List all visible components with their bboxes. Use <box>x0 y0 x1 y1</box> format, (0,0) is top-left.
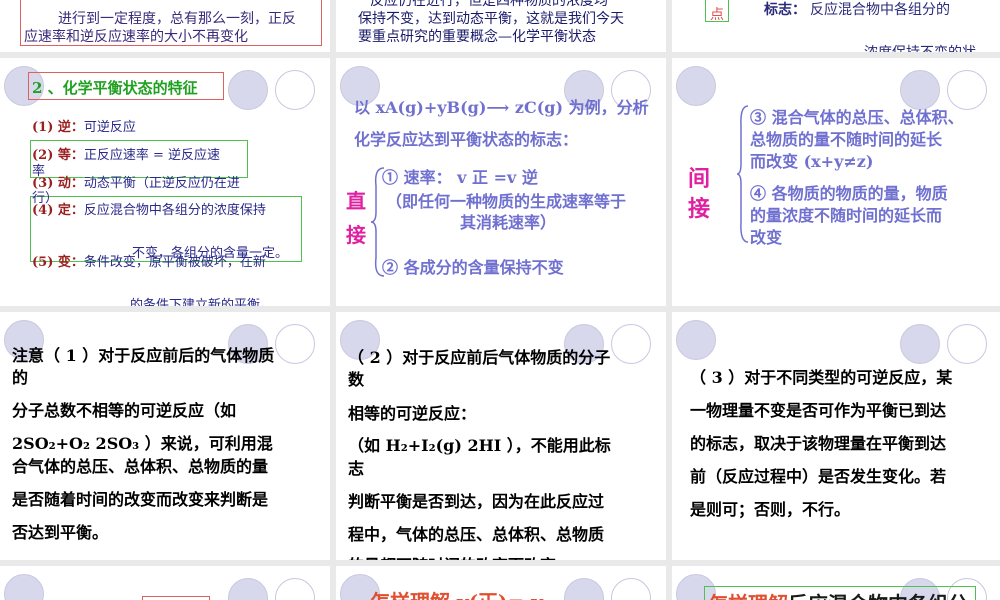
slide-7[interactable]: 注意（ 1 ）对于反应前后的气体物质 的 分子总数不相等的可逆反应（如 2SO₂… <box>0 312 330 560</box>
feature-item: (2) 等：正反应速率 = 逆反应速 <box>32 148 221 163</box>
note-line: （ 2 ）对于反应前后气体物质的分子 <box>348 348 611 367</box>
feature-item: (4) 定：反应混合物中各组分的浓度保持 <box>32 203 266 218</box>
slide-5[interactable]: 以 xA(g)+yB(g)⟶ zC(g) 为例，分析 化学反应达到平衡状态的标志… <box>336 58 666 306</box>
slide-text-line: 进行到一定程度，总有那么一刻，正反 <box>58 11 296 27</box>
note-line: 志 <box>348 459 365 478</box>
tag-text: 点 <box>710 7 724 23</box>
note-line: 数 <box>348 370 365 389</box>
note-line: 程中，气体的总压、总体积、总物质 <box>348 525 605 544</box>
slide-10[interactable] <box>0 566 330 600</box>
note-line: 合气体的总压、总体积、总物质的量 <box>12 457 269 476</box>
criterion-line: ② 各成分的含量保持不变 <box>382 258 564 277</box>
decor-circle <box>4 574 44 600</box>
criterion-line: 改变 <box>750 228 783 247</box>
criterion-line: 而改变 (x+y≠z) <box>750 152 874 171</box>
slide-title: 2 、化学平衡状态的特征 <box>32 79 198 97</box>
slide-4[interactable]: 2 、化学平衡状态的特征 (1) 逆：可逆反应 (2) 等：正反应速率 = 逆反… <box>0 58 330 306</box>
note-line: 是否随着时间的改变而改变来判断是 <box>12 490 269 509</box>
decor-circle <box>947 324 987 364</box>
decor-circle <box>611 578 651 600</box>
decor-circle <box>275 70 315 110</box>
note-line: 前（反应过程中）是否发生变化。若 <box>690 467 947 486</box>
criterion-line: ① 速率： v 正 =v 逆 <box>382 168 538 187</box>
note-line: （ 3 ）对于不同类型的可逆反应，某 <box>690 368 953 387</box>
note-line: 一物理量不变是否可作为平衡已到达 <box>690 401 947 420</box>
label-text: 标志： <box>764 2 806 18</box>
note-line: 的量都不随时间的改变而改变。 <box>348 552 572 560</box>
note-line: 判断平衡是否到达，因为在此反应过 <box>348 492 605 511</box>
note-line: 是则可；否则，不行。 <box>690 500 851 519</box>
decor-circle <box>228 578 268 600</box>
question-text: 怎样理解 v(正)= v <box>370 586 543 600</box>
slide-text-line: 应速率和逆反应速率的大小不再变化 <box>24 29 248 45</box>
note-line: （如 H₂+I₂(g) 2HI ），不能用此标 <box>348 436 611 455</box>
decor-circle <box>275 324 315 364</box>
slide-9[interactable]: （ 3 ）对于不同类型的可逆反应，某 一物理量不变是否可作为平衡已到达 的标志，… <box>672 312 1000 560</box>
slide-8[interactable]: （ 2 ）对于反应前后气体物质的分子 数 相等的可逆反应： （如 H₂+I₂(g… <box>336 312 666 560</box>
feature-item: 的条件下建立新的平衡。 <box>130 298 274 306</box>
note-line: 的 <box>12 368 29 387</box>
decor-circle <box>676 320 716 360</box>
slide-text-line: 保持不变，达到动态平衡，这就是我们今天 <box>358 11 624 27</box>
side-label: 直接 <box>346 189 366 247</box>
slide-2[interactable]: 反应仍在进行，但是四种物质的浓度均 保持不变，达到动态平衡，这就是我们今天 要重… <box>336 0 666 52</box>
decor-circle <box>676 66 716 106</box>
side-label: 间接 <box>688 166 711 222</box>
decor-circle <box>228 70 268 110</box>
slide-text-line: 浓度保持不变的状 <box>864 42 976 52</box>
slide-11[interactable]: 怎样理解 v(正)= v <box>336 566 666 600</box>
intro-line: 以 xA(g)+yB(g)⟶ zC(g) 为例，分析 <box>354 98 649 117</box>
criterion-line: 其消耗速率） <box>460 213 557 232</box>
slide-text-line: 要重点研究的重要概念—化学平衡状态 <box>358 29 596 45</box>
slide-6[interactable]: 间接 ③ 混合气体的总压、总体积、 总物质的量不随时间的延长 而改变 (x+y≠… <box>672 58 1000 306</box>
decor-circle <box>275 578 315 600</box>
slide-3[interactable]: 点 标志： 反应混合物中各组分的 浓度保持不变的状 <box>672 0 1000 52</box>
note-line: 相等的可逆反应： <box>348 404 477 423</box>
feature-item: (1) 逆：可逆反应 <box>32 120 136 135</box>
criterion-line: 总物质的量不随时间的延长 <box>750 130 943 149</box>
note-line: 的标志，取决于该物理量在平衡到达 <box>690 434 947 453</box>
decor-circle <box>564 578 604 600</box>
criterion-line: ④ 各物质的物质的量，物质 <box>750 184 948 203</box>
slide-12[interactable]: 怎样理解反应混合物中各组分 <box>672 566 1000 600</box>
criterion-line: ③ 混合气体的总压、总体积、 <box>750 108 964 127</box>
brace-icon <box>736 105 749 243</box>
slide-text-line: 反应混合物中各组分的 <box>810 2 950 18</box>
decor-circle <box>611 324 651 364</box>
slide-1[interactable]: 进行到一定程度，总有那么一刻，正反 应速率和逆反应速率的大小不再变化 <box>0 0 330 52</box>
question-text: 怎样理解反应混合物中各组分 <box>708 588 968 600</box>
note-line: 2SO₂+O₂ 2SO₃ ）来说，可利用混 <box>12 434 273 453</box>
feature-item: (5) 变：条件改变，原平衡被破坏，在新 <box>32 255 266 270</box>
decor-circle <box>900 324 940 364</box>
highlight-box <box>142 596 210 600</box>
criterion-line: 的量浓度不随时间的延长而 <box>750 206 943 225</box>
note-line: 注意（ 1 ）对于反应前后的气体物质 <box>12 346 275 365</box>
note-line: 否达到平衡。 <box>12 523 109 542</box>
feature-item: (3) 动：动态平衡（正逆反应仍在进 <box>32 176 240 191</box>
intro-line: 化学反应达到平衡状态的标志： <box>354 130 579 149</box>
note-line: 分子总数不相等的可逆反应（如 <box>12 401 237 420</box>
